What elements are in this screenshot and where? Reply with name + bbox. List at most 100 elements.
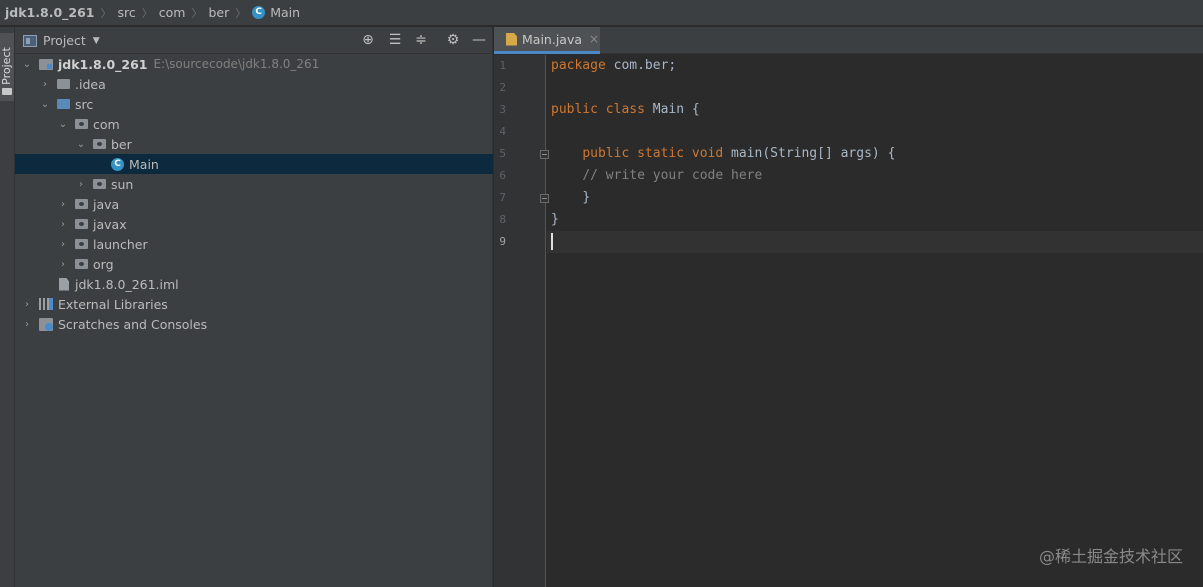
package-icon	[75, 199, 88, 209]
tree-item-idea[interactable]: › .idea	[15, 74, 493, 94]
tree-item-java[interactable]: › java	[15, 194, 493, 214]
panel-title: Project	[43, 33, 86, 48]
tree-item-label: src	[75, 96, 94, 112]
tree-item-label: Main	[129, 156, 159, 172]
breadcrumb-main[interactable]: C Main	[252, 0, 300, 26]
code-text: }	[582, 190, 591, 205]
java-file-icon	[506, 32, 517, 46]
chevron-down-icon[interactable]: ⌄	[21, 59, 33, 70]
file-icon	[59, 277, 69, 291]
code-text: com.ber;	[605, 58, 677, 73]
breadcrumb-separator-icon: 〉	[100, 6, 112, 20]
tree-item-label: sun	[111, 176, 134, 192]
line-number: 7	[499, 191, 506, 204]
tree-item-label: launcher	[93, 236, 148, 252]
chevron-right-icon[interactable]: ›	[39, 79, 51, 90]
code-keyword: package	[551, 58, 606, 73]
tree-item-label: Scratches and Consoles	[58, 316, 208, 332]
code-line: public class Main {	[547, 99, 1203, 121]
line-number: 4	[499, 125, 506, 138]
tree-item-label: jdk1.8.0_261.iml	[75, 276, 179, 292]
chevron-down-icon[interactable]: ⌄	[75, 139, 87, 150]
package-icon	[93, 139, 106, 149]
code-line: }	[547, 187, 1203, 209]
chevron-down-icon: ▼	[92, 35, 100, 46]
package-icon	[75, 259, 88, 269]
line-number: 6	[499, 169, 506, 182]
code-line: // write your code here	[547, 165, 1203, 187]
scratches-icon	[39, 317, 53, 331]
breadcrumb-src[interactable]: src	[117, 0, 135, 26]
line-number: 9	[499, 235, 506, 248]
text-caret	[551, 233, 553, 250]
chevron-right-icon[interactable]: ›	[57, 259, 69, 270]
tree-item-project-root[interactable]: ⌄ jdk1.8.0_261 E:\sourcecode\jdk1.8.0_26…	[15, 54, 493, 74]
tree-item-scratches[interactable]: › Scratches and Consoles	[15, 314, 493, 334]
editor-gutter[interactable]: 1 2 3 4 5 6 7 8 9	[494, 55, 549, 587]
breadcrumb-separator-icon: 〉	[235, 6, 247, 20]
breadcrumb-separator-icon: 〉	[191, 6, 203, 20]
package-icon	[93, 179, 106, 189]
line-number: 8	[499, 213, 506, 226]
breadcrumb-ber[interactable]: ber	[208, 0, 229, 26]
project-tool-label: Project	[0, 47, 13, 85]
chevron-right-icon[interactable]: ›	[21, 319, 33, 330]
tree-item-main[interactable]: C Main	[15, 154, 493, 174]
tree-item-sun[interactable]: › sun	[15, 174, 493, 194]
collapse-all-icon[interactable]: ≑	[413, 32, 429, 48]
code-text: Main {	[644, 102, 700, 117]
expand-all-icon[interactable]: ☰	[387, 32, 403, 48]
editor-tab-bar: Main.java ×	[494, 27, 1203, 54]
tree-item-javax[interactable]: › javax	[15, 214, 493, 234]
chevron-right-icon[interactable]: ›	[57, 199, 69, 210]
line-number: 1	[499, 59, 506, 72]
class-icon: C	[252, 6, 266, 19]
tree-item-ber[interactable]: ⌄ ber	[15, 134, 493, 154]
project-view-selector[interactable]: Project ▼	[23, 27, 100, 54]
folder-icon	[2, 88, 12, 95]
line-number: 5	[499, 147, 506, 160]
line-number: 3	[499, 103, 506, 116]
chevron-down-icon[interactable]: ⌄	[39, 99, 51, 110]
tree-item-org[interactable]: › org	[15, 254, 493, 274]
code-text: }	[551, 212, 559, 227]
package-icon	[75, 119, 88, 129]
navigation-bar: jdk1.8.0_261 〉 src 〉 com 〉 ber 〉 C Main	[0, 0, 1203, 26]
project-view-icon	[23, 34, 37, 47]
tree-item-launcher[interactable]: › launcher	[15, 234, 493, 254]
tree-item-iml[interactable]: jdk1.8.0_261.iml	[15, 274, 493, 294]
tree-item-label: jdk1.8.0_261	[58, 56, 148, 72]
locate-icon[interactable]: ⊕	[360, 32, 376, 48]
tree-item-com[interactable]: ⌄ com	[15, 114, 493, 134]
libraries-icon	[39, 298, 53, 310]
breadcrumb-project[interactable]: jdk1.8.0_261	[5, 0, 94, 26]
chevron-right-icon[interactable]: ›	[75, 179, 87, 190]
tree-item-external-libraries[interactable]: › External Libraries	[15, 294, 493, 314]
gear-icon[interactable]: ⚙	[445, 32, 461, 48]
project-tool-window-button[interactable]: Project	[0, 33, 14, 101]
module-icon	[39, 58, 53, 70]
code-line: package com.ber;	[547, 55, 1203, 77]
chevron-right-icon[interactable]: ›	[21, 299, 33, 310]
chevron-down-icon[interactable]: ⌄	[57, 119, 69, 130]
code-line: public static void main(String[] args) {	[547, 143, 1203, 165]
package-icon	[75, 239, 88, 249]
tree-item-path-hint: E:\sourcecode\jdk1.8.0_261	[153, 57, 320, 71]
close-icon[interactable]: ×	[589, 33, 599, 45]
line-number: 2	[499, 81, 506, 94]
tab-main-java[interactable]: Main.java ×	[494, 27, 600, 54]
chevron-right-icon[interactable]: ›	[57, 219, 69, 230]
tree-item-label: org	[93, 256, 114, 272]
code-line-current	[547, 231, 1203, 253]
package-icon	[75, 219, 88, 229]
breadcrumb-separator-icon: 〉	[141, 6, 153, 20]
breadcrumb-com[interactable]: com	[159, 0, 186, 26]
tree-item-src[interactable]: ⌄ src	[15, 94, 493, 114]
minimize-icon[interactable]: —	[471, 32, 487, 48]
chevron-right-icon[interactable]: ›	[57, 239, 69, 250]
class-icon: C	[111, 157, 124, 171]
folder-icon	[57, 79, 70, 89]
left-tool-strip: Project	[0, 27, 15, 587]
source-folder-icon	[57, 99, 70, 109]
